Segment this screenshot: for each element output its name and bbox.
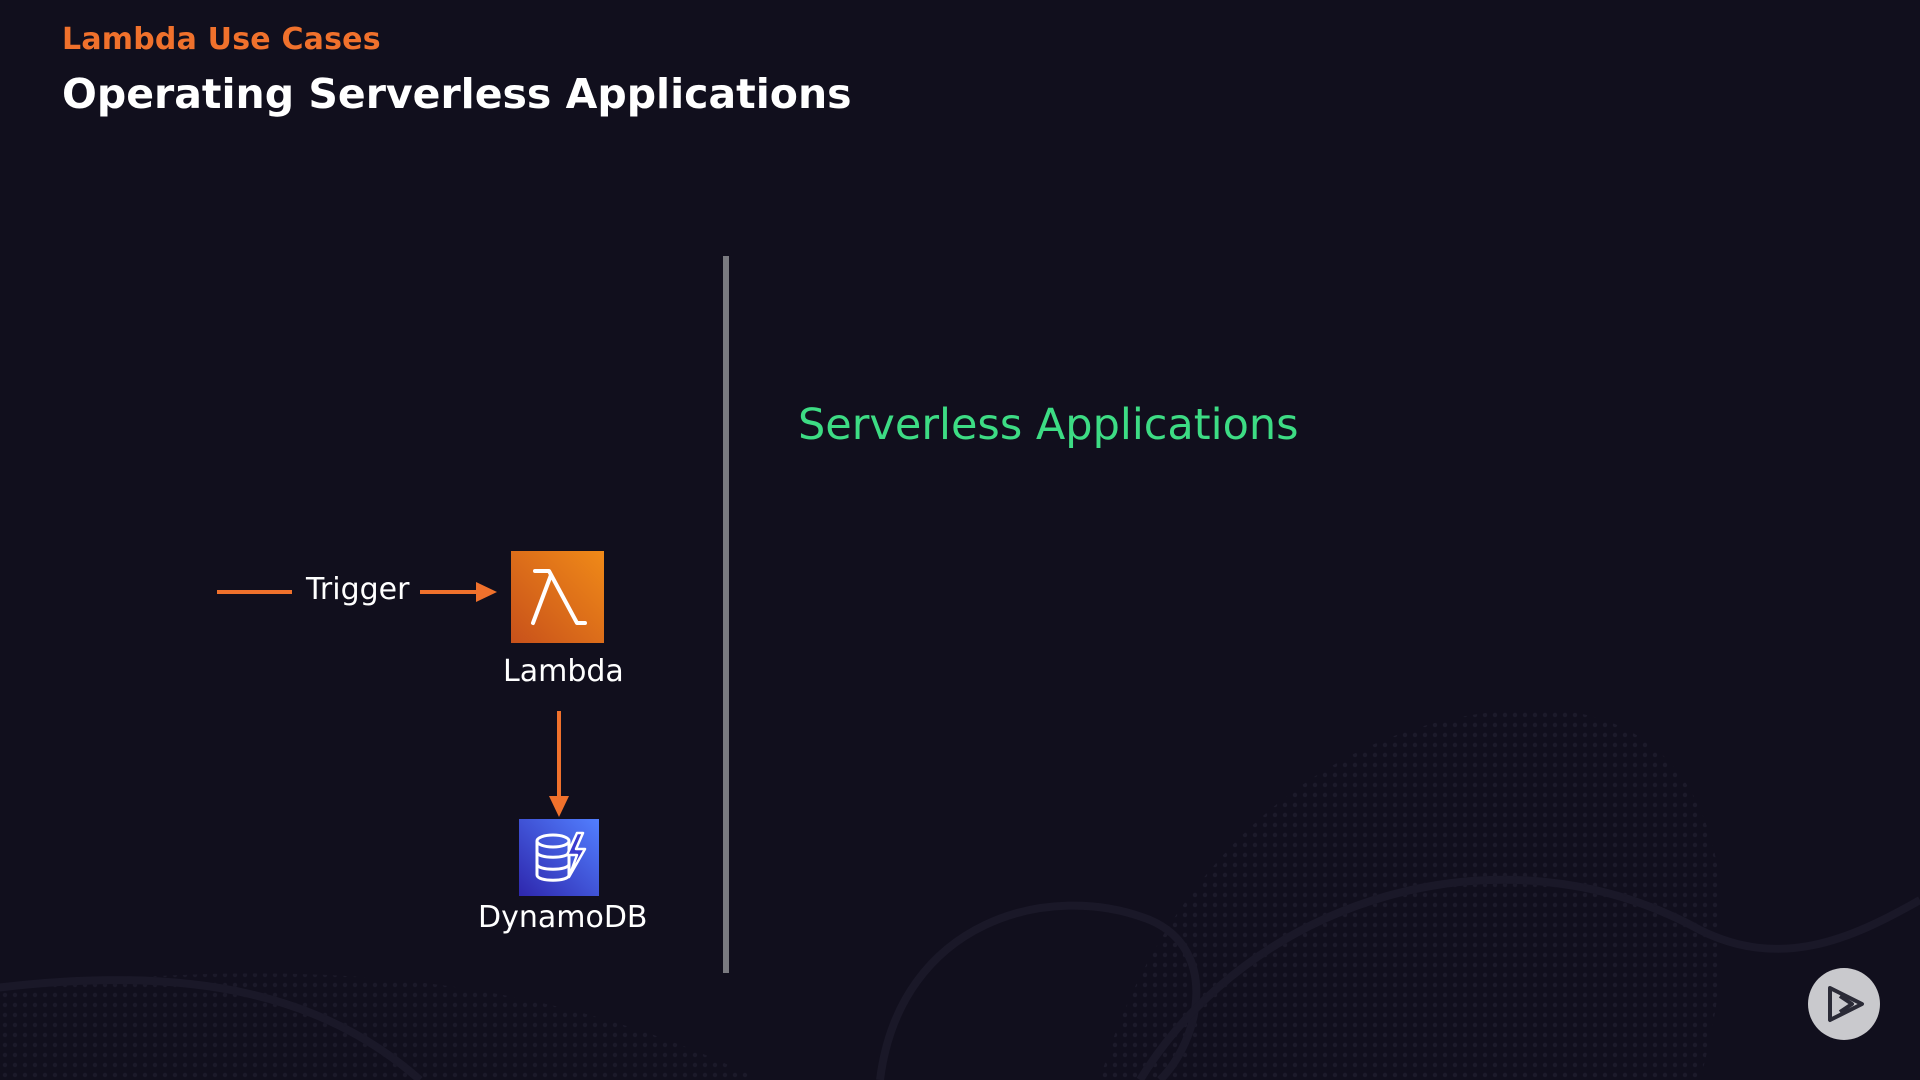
play-button[interactable] — [1808, 968, 1880, 1040]
play-icon — [1828, 986, 1864, 1022]
trigger-arrowhead — [476, 582, 497, 602]
dynamodb-icon — [519, 819, 599, 896]
lambda-icon — [511, 551, 604, 643]
vertical-divider — [723, 256, 729, 973]
diagram-connectors — [217, 582, 569, 817]
dynamodb-label: DynamoDB — [478, 900, 648, 935]
lambda-label: Lambda — [503, 654, 624, 689]
section-heading: Serverless Applications — [798, 400, 1299, 450]
dynamodb-arrowhead — [549, 796, 569, 817]
trigger-label: Trigger — [306, 572, 410, 607]
